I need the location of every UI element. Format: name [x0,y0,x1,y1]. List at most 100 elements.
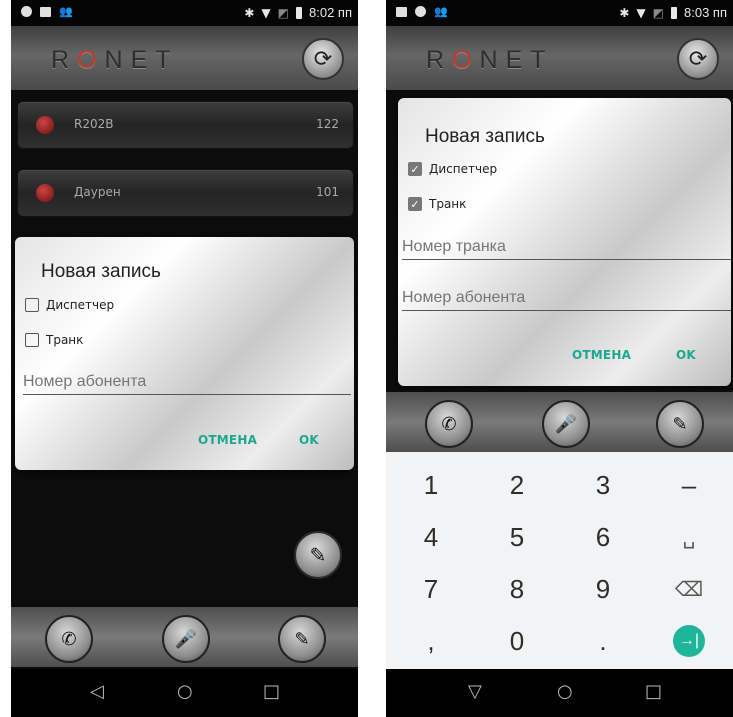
no-sim-icon: ◩ [277,5,289,20]
recents-icon[interactable]: □ [645,681,662,702]
phone-icon: ✆ [61,628,77,650]
status-led-icon [36,184,54,202]
people-icon: 👥 [434,5,448,18]
ptt-button[interactable]: 🎤 [542,400,590,448]
checkbox-box [25,298,39,312]
trunk-checkbox[interactable]: Транк [25,333,83,347]
dispatcher-checkbox[interactable]: Диспетчер [25,298,114,312]
record-icon [21,6,32,17]
key-backspace[interactable]: ⌫ [646,564,732,614]
back-icon[interactable]: ▽ [468,681,482,702]
people-icon: 👥 [59,5,73,18]
call-button[interactable]: ✆ [45,615,93,663]
refresh-button[interactable]: ⟳ [677,38,719,80]
app-logo: RONET [51,46,179,74]
key-space[interactable]: ␣ [646,512,732,562]
refresh-button[interactable]: ⟳ [302,38,344,80]
action-toolbar: ✆ 🎤 ✎ [386,392,733,452]
contact-item[interactable]: Даурен 101 [17,169,354,217]
ptt-button[interactable]: 🎤 [162,615,210,663]
contact-name: Даурен [74,185,121,199]
edit-fab-button[interactable]: ✎ [294,531,342,579]
status-bar: 👥 ✱ ▼ ◩ 8:03 пп [386,0,733,26]
edit-button[interactable]: ✎ [656,400,704,448]
subscriber-number-input[interactable] [402,289,731,311]
refresh-icon: ⟳ [688,46,708,72]
wifi-icon: ▼ [261,5,271,20]
image-icon [396,6,407,17]
checkbox-box [25,333,39,347]
subscriber-number-input[interactable] [23,373,351,395]
home-icon[interactable]: ○ [177,681,193,702]
refresh-icon: ⟳ [313,46,333,72]
battery-icon [671,6,677,19]
call-button[interactable]: ✆ [425,400,473,448]
key-8[interactable]: 8 [474,564,560,614]
trunk-label: Транк [46,333,84,347]
checkbox-box: ✓ [408,197,422,211]
trunk-label: Транк [429,197,467,211]
key-4[interactable]: 4 [388,512,474,562]
home-icon[interactable]: ○ [557,681,573,702]
status-bar: 👥 ✱ ▼ ◩ 8:02 пп [11,0,358,26]
key-minus[interactable]: – [646,460,732,510]
cancel-button[interactable]: ОТМЕНА [572,348,631,362]
key-next[interactable]: →| [646,616,732,666]
key-5[interactable]: 5 [474,512,560,562]
key-comma[interactable]: , [388,616,474,666]
trunk-checkbox[interactable]: ✓ Транк [408,197,466,211]
dispatcher-label: Диспетчер [429,162,498,176]
key-2[interactable]: 2 [474,460,560,510]
key-9[interactable]: 9 [560,564,646,614]
recents-icon[interactable]: □ [263,681,280,702]
key-7[interactable]: 7 [388,564,474,614]
dispatcher-label: Диспетчер [46,298,115,312]
dialog-title: Новая запись [425,126,545,147]
new-entry-dialog: Новая запись Диспетчер Транк ОТМЕНА OK [15,237,354,470]
phone-screen-right: 👥 ✱ ▼ ◩ 8:03 пп RONET ⟳ Новая запись ✓ Д… [386,0,733,717]
contact-item[interactable]: R202B 122 [17,101,354,149]
status-led-icon [36,116,54,134]
bluetooth-icon: ✱ [619,5,630,20]
edit-icon: ✎ [294,628,310,650]
contact-number: 101 [316,185,339,199]
key-0[interactable]: 0 [474,616,560,666]
key-period[interactable]: . [560,616,646,666]
action-toolbar: ✆ 🎤 ✎ [11,607,358,667]
numeric-keypad: 1 2 3 – 4 5 6 ␣ 7 8 9 ⌫ , 0 . →| [386,452,733,669]
phone-icon: ✆ [441,413,457,435]
record-icon [415,6,426,17]
ok-button[interactable]: OK [299,433,319,447]
contact-name: R202B [74,117,114,131]
bluetooth-icon: ✱ [244,5,255,20]
microphone-icon: 🎤 [174,628,198,650]
status-time: 8:03 пп [684,5,727,20]
back-icon[interactable]: ◁ [90,681,104,702]
no-sim-icon: ◩ [652,5,664,20]
dialog-title: Новая запись [41,261,161,282]
key-1[interactable]: 1 [388,460,474,510]
microphone-icon: 🎤 [554,413,578,435]
navigation-bar: ◁ ○ □ [11,669,358,717]
edit-icon: ✎ [672,413,688,435]
ok-button[interactable]: OK [676,348,696,362]
image-icon [40,6,51,17]
checkbox-box: ✓ [408,162,422,176]
battery-icon [296,6,302,19]
contact-number: 122 [316,117,339,131]
edit-fab-icon: ✎ [309,543,327,567]
status-time: 8:02 пп [309,5,352,20]
next-field-icon: →| [673,625,705,657]
dispatcher-checkbox[interactable]: ✓ Диспетчер [408,162,497,176]
app-bar: RONET ⟳ [386,26,733,90]
app-logo: RONET [426,46,554,74]
navigation-bar: ▽ ○ □ [386,669,733,717]
wifi-icon: ▼ [636,5,646,20]
cancel-button[interactable]: ОТМЕНА [198,433,257,447]
key-3[interactable]: 3 [560,460,646,510]
key-6[interactable]: 6 [560,512,646,562]
trunk-number-input[interactable] [402,238,731,260]
app-bar: RONET ⟳ [11,26,358,90]
new-entry-dialog: Новая запись ✓ Диспетчер ✓ Транк ОТМЕНА … [398,98,731,386]
edit-button[interactable]: ✎ [278,615,326,663]
